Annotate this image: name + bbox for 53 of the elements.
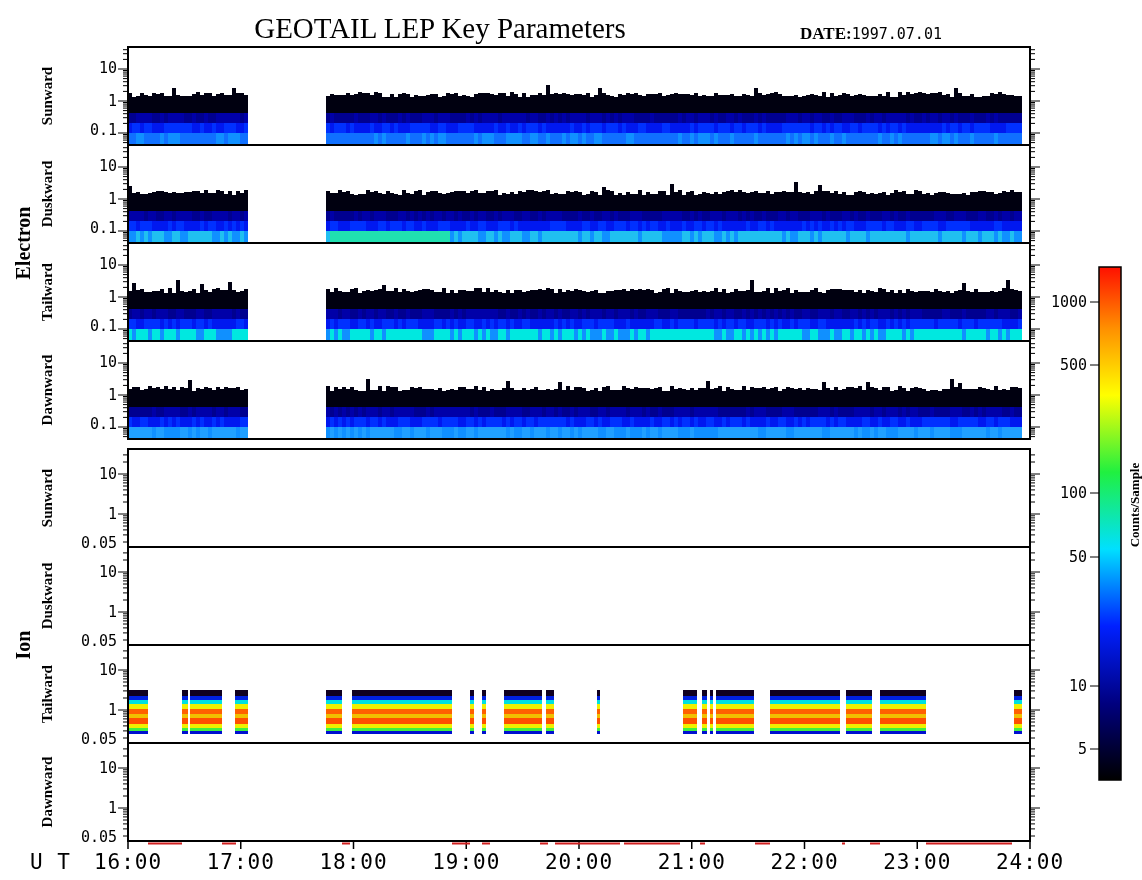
y-tick-label: 0.05 [80, 632, 117, 650]
colorbar-tick-label: 5 [1077, 740, 1087, 758]
group-label: Electron [12, 206, 34, 280]
panel-label: Sunward [39, 468, 55, 528]
time-label: 16:00 [93, 850, 163, 874]
y-tick-label: 0.1 [89, 317, 117, 335]
y-tick-label: 10 [98, 465, 117, 483]
y-tick-label: 0.1 [89, 415, 117, 433]
y-tick-label: 10 [98, 157, 117, 175]
time-label: 22:00 [770, 850, 839, 874]
colorbar-title: Counts/Sample [1127, 462, 1142, 548]
y-tick-label: 1 [107, 190, 117, 208]
y-tick-label: 10 [98, 353, 117, 371]
group-label: Ion [12, 630, 34, 660]
y-tick-label: 10 [98, 255, 117, 273]
y-tick-label: 0.1 [89, 219, 117, 237]
panel-label: Tailward [39, 665, 55, 723]
panel-label: Dawnward [39, 354, 55, 426]
axis-label: U T [30, 850, 71, 874]
panel-label: Duskward [39, 160, 55, 228]
panel-label: Tailward [39, 263, 55, 321]
y-tick-label: 0.05 [80, 534, 117, 552]
y-tick-label: 0.05 [80, 828, 117, 846]
colorbar-tick-label: 10 [1068, 677, 1087, 695]
y-tick-label: 0.1 [89, 121, 117, 139]
panel-label: Duskward [39, 562, 55, 630]
time-label: 20:00 [544, 850, 614, 874]
y-tick-label: 1 [107, 386, 117, 404]
colorbar-tick-label: 1000 [1050, 293, 1087, 311]
chart-title: GEOTAIL LEP Key Parameters [254, 12, 626, 44]
y-tick-label: 1 [107, 603, 117, 621]
y-tick-label: 1 [107, 92, 117, 110]
y-tick-label: 10 [98, 563, 117, 581]
date-label: DATE:1997.07.01 [800, 24, 942, 43]
y-tick-label: 1 [107, 701, 117, 719]
y-tick-label: 0.05 [80, 730, 117, 748]
colorbar-tick-label: 500 [1059, 356, 1087, 374]
time-label: 18:00 [319, 850, 388, 874]
panel-label: Dawnward [39, 756, 55, 828]
y-tick-label: 1 [107, 799, 117, 817]
y-tick-label: 1 [107, 505, 117, 523]
panel-label: Sunward [39, 66, 55, 126]
time-label: 24:00 [995, 850, 1065, 874]
y-tick-label: 10 [98, 759, 117, 777]
time-label: 19:00 [432, 850, 501, 874]
time-label: 23:00 [883, 850, 952, 874]
y-tick-label: 10 [98, 661, 117, 679]
time-label: 21:00 [657, 850, 726, 874]
y-tick-label: 10 [98, 59, 117, 77]
colorbar-tick-label: 100 [1059, 484, 1087, 502]
y-tick-label: 1 [107, 288, 117, 306]
colorbar-tick-label: 50 [1068, 548, 1087, 566]
time-label: 17:00 [206, 850, 275, 874]
